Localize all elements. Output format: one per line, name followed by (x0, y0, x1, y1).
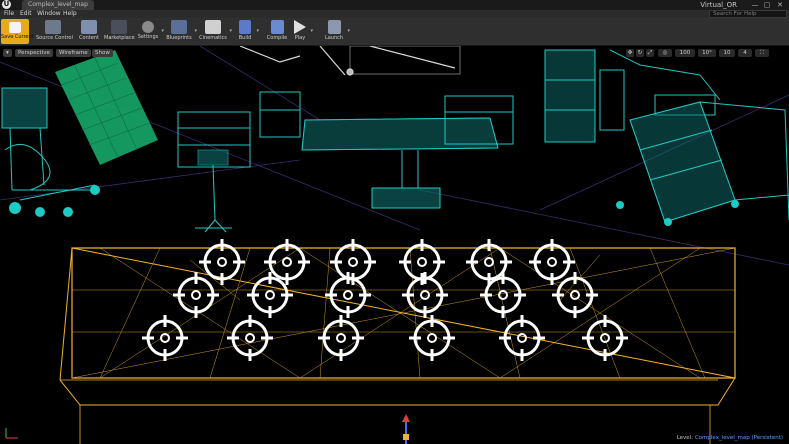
menu-edit[interactable]: Edit (20, 10, 32, 18)
menu-window[interactable]: Window (37, 10, 61, 18)
show-button[interactable]: Show (92, 49, 113, 57)
build-icon (239, 20, 251, 34)
scale-icon[interactable]: ⤢ (646, 49, 654, 57)
level-label: Level: Complex_level_map (Persistent) (677, 435, 783, 441)
perspective-button[interactable]: Perspective (15, 49, 53, 57)
launch-label: Launch (324, 35, 344, 41)
level-name: Complex_level_map (Persistent) (694, 435, 783, 441)
source-control-button[interactable]: Source Control (36, 19, 73, 44)
chevron-down-icon[interactable]: ▾ (347, 28, 350, 34)
cinematics-button[interactable]: Cinematics ▾ (199, 19, 232, 44)
rotate-icon[interactable]: ↻ (636, 49, 644, 57)
menu-file[interactable]: File (4, 10, 14, 18)
launch-icon (327, 20, 341, 34)
marketplace-button[interactable]: Marketplace (104, 19, 135, 44)
document-tab[interactable]: Complex_level_map (22, 0, 94, 10)
operating-table-wireframe (301, 95, 514, 209)
play-icon (294, 20, 306, 34)
target-marker-icon[interactable] (142, 315, 188, 361)
main-toolbar: Save Current Source Control Content Mark… (0, 18, 789, 46)
cinematics-label: Cinematics (199, 35, 227, 41)
target-marker-icon[interactable] (499, 315, 545, 361)
chevron-down-icon[interactable]: ▾ (194, 28, 197, 34)
instrument-cart-wireframe (177, 91, 301, 233)
menu-help[interactable]: Help (63, 10, 77, 18)
compile-button[interactable]: Compile (266, 19, 288, 44)
blueprint-icon (171, 20, 187, 34)
camera-speed-value[interactable]: 4 (738, 49, 752, 57)
close-button[interactable]: ✕ (774, 0, 786, 10)
content-button[interactable]: Content (78, 19, 100, 44)
build-label: Build (238, 35, 252, 41)
blueprints-button[interactable]: Blueprints ▾ (166, 19, 197, 44)
marketplace-label: Marketplace (104, 35, 135, 41)
settings-label: Settings (137, 34, 159, 40)
wireframe-button[interactable]: Wireframe (56, 49, 91, 57)
play-button[interactable]: Play ▾ (292, 19, 313, 44)
launch-button[interactable]: Launch ▾ (323, 19, 350, 44)
title-bar: U Complex_level_map Virtual_OR — ▢ ✕ (0, 0, 789, 10)
target-marker-icon[interactable] (325, 272, 371, 318)
save-current-button[interactable]: Save Current (1, 19, 34, 44)
chevron-down-icon[interactable]: ▾ (256, 28, 259, 34)
chevron-down-icon[interactable]: ▾ (161, 28, 164, 34)
target-marker-icon[interactable] (199, 239, 245, 285)
search-help-input[interactable]: Search For Help (709, 10, 787, 18)
axis-indicator-icon (5, 428, 18, 439)
source-control-icon (45, 20, 61, 34)
target-marker-icon[interactable] (582, 315, 628, 361)
source-control-label: Source Control (36, 35, 73, 41)
wall-monitor-wireframe (55, 50, 158, 165)
play-label: Play (294, 35, 306, 41)
level-viewport[interactable]: ▾ Perspective Wireframe Show ✥ ↻ ⤢ ◎ 100… (0, 46, 789, 444)
gear-icon (142, 21, 154, 33)
target-marker-icon[interactable] (227, 315, 273, 361)
content-label: Content (79, 35, 99, 41)
world-local-icon[interactable]: ◎ (658, 49, 672, 57)
shelving-cart-wireframe (616, 101, 789, 226)
scale-snap-value[interactable]: 10 (719, 49, 735, 57)
clapperboard-icon (205, 20, 221, 34)
settings-button[interactable]: Settings ▾ (137, 19, 164, 44)
viewport-toolbar: ▾ Perspective Wireframe Show ✥ ↻ ⤢ ◎ 100… (0, 46, 789, 59)
wireframe-scene[interactable] (0, 46, 789, 444)
minimize-button[interactable]: — (749, 0, 761, 10)
save-icon (9, 22, 21, 33)
marketplace-icon (111, 20, 127, 34)
patient-table-wireframe (59, 247, 736, 444)
build-button[interactable]: Build ▾ (236, 19, 259, 44)
maximize-viewport-icon[interactable]: ⛶ (755, 49, 769, 57)
blueprints-label: Blueprints (166, 35, 192, 41)
chevron-down-icon[interactable]: ▾ (229, 28, 232, 34)
viewport-options-button[interactable]: ▾ (3, 49, 12, 57)
transform-gizmo[interactable] (402, 414, 410, 444)
compile-icon (270, 20, 284, 34)
target-marker-icon[interactable] (173, 272, 219, 318)
level-prefix: Level: (676, 435, 694, 441)
translate-icon[interactable]: ✥ (626, 49, 634, 57)
rotation-snap-value[interactable]: 10° (698, 49, 716, 57)
chevron-down-icon[interactable]: ▾ (310, 28, 313, 34)
target-marker-icon[interactable] (402, 272, 448, 318)
content-browser-icon (81, 20, 97, 34)
grid-snap-value[interactable]: 100 (675, 49, 695, 57)
maximize-button[interactable]: ▢ (761, 0, 773, 10)
compile-label: Compile (266, 35, 288, 41)
save-current-label: Save Current (1, 34, 34, 40)
project-name: Virtual_OR (700, 1, 737, 9)
menu-bar: File Edit Window Help (0, 10, 789, 18)
unreal-logo-icon: U (2, 0, 11, 9)
